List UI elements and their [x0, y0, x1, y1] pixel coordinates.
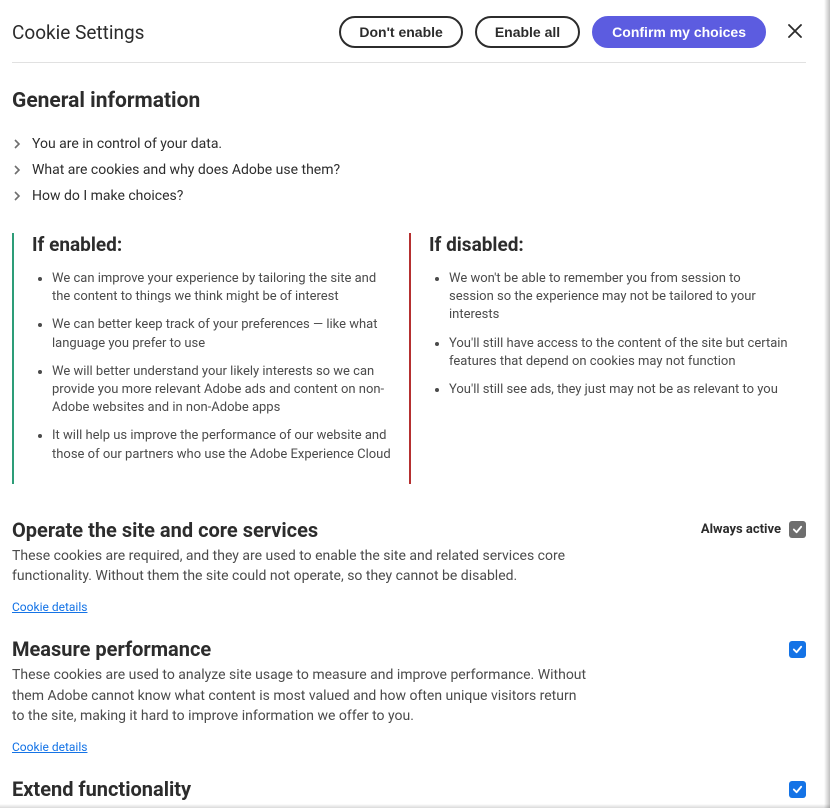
- always-active-label: Always active: [701, 522, 781, 537]
- cookie-details-link[interactable]: Cookie details: [12, 600, 87, 614]
- enabled-bullet: We can better keep track of your prefere…: [52, 316, 391, 352]
- dialog-title: Cookie Settings: [12, 21, 339, 44]
- general-info-heading: General information: [12, 89, 806, 113]
- chevron-right-icon: [12, 139, 22, 149]
- enable-all-button[interactable]: Enable all: [475, 16, 580, 48]
- category-extend-functionality: Extend functionality These cookies are u…: [12, 777, 806, 808]
- chevron-right-icon: [12, 191, 22, 201]
- faq-item[interactable]: What are cookies and why does Adobe use …: [12, 157, 806, 183]
- category-measure-performance: Measure performance These cookies are us…: [12, 637, 806, 755]
- disabled-bullet: You'll still see ads, they just may not …: [449, 381, 788, 399]
- cookie-categories: Operate the site and core services Alway…: [12, 518, 806, 808]
- dont-enable-button[interactable]: Don't enable: [339, 16, 462, 48]
- category-operate: Operate the site and core services Alway…: [12, 518, 806, 616]
- category-checkbox[interactable]: [789, 781, 806, 798]
- faq-item[interactable]: How do I make choices?: [12, 183, 806, 209]
- enabled-bullet: It will help us improve the performance …: [52, 427, 391, 463]
- faq-item[interactable]: You are in control of your data.: [12, 131, 806, 157]
- faq-item-label: You are in control of your data.: [32, 136, 222, 152]
- category-checkbox[interactable]: [789, 641, 806, 658]
- enabled-bullet: We can improve your experience by tailor…: [52, 270, 391, 306]
- category-desc: These cookies are used to analyze site u…: [12, 665, 592, 726]
- category-title: Measure performance: [12, 637, 211, 661]
- chevron-right-icon: [12, 165, 22, 175]
- enabled-heading: If enabled:: [32, 233, 391, 256]
- general-info-section: General information You are in control o…: [12, 89, 806, 484]
- confirm-button[interactable]: Confirm my choices: [592, 16, 766, 48]
- enabled-bullet: We will better understand your likely in…: [52, 363, 391, 418]
- category-title: Operate the site and core services: [12, 518, 318, 542]
- enabled-column: If enabled: We can improve your experien…: [12, 233, 409, 484]
- disabled-heading: If disabled:: [429, 233, 788, 256]
- close-icon[interactable]: [784, 21, 806, 44]
- disabled-column: If disabled: We won't be able to remembe…: [409, 233, 806, 484]
- disabled-bullet: We won't be able to remember you from se…: [449, 270, 788, 325]
- faq-list: You are in control of your data. What ar…: [12, 131, 806, 209]
- faq-item-label: What are cookies and why does Adobe use …: [32, 162, 340, 178]
- header-buttons: Don't enable Enable all Confirm my choic…: [339, 16, 806, 48]
- locked-checkbox-icon: [789, 521, 806, 538]
- cookie-details-link[interactable]: Cookie details: [12, 740, 87, 754]
- faq-item-label: How do I make choices?: [32, 188, 183, 204]
- enabled-disabled-columns: If enabled: We can improve your experien…: [12, 233, 806, 484]
- category-desc: These cookies are required, and they are…: [12, 546, 592, 587]
- dialog-header: Cookie Settings Don't enable Enable all …: [12, 10, 806, 63]
- disabled-bullet: You'll still have access to the content …: [449, 335, 788, 371]
- category-title: Extend functionality: [12, 777, 191, 801]
